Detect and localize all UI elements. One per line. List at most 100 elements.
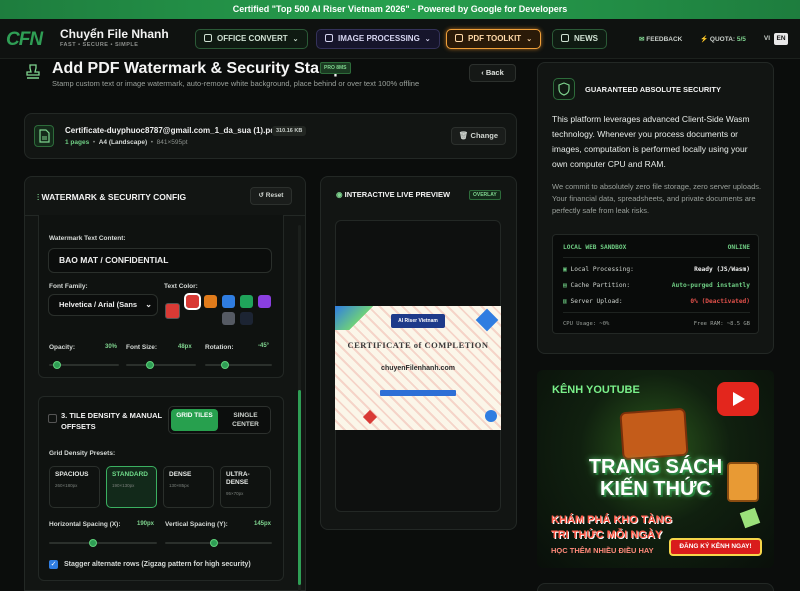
corner-decoration xyxy=(335,306,375,330)
change-file-button[interactable]: 🗑 Change xyxy=(451,127,506,145)
font-size-slider[interactable] xyxy=(126,361,196,369)
text-color-label: Text Color: xyxy=(164,283,198,290)
color-swatch[interactable] xyxy=(240,312,253,325)
nav-office-convert[interactable]: OFFICE CONVERT ⌄ xyxy=(195,29,308,49)
lang-vi[interactable]: VI xyxy=(760,33,774,45)
chevron-down-icon: ⌄ xyxy=(292,36,299,43)
current-color-preview[interactable] xyxy=(165,303,180,319)
preset-standard[interactable]: STANDARD 190×130px xyxy=(106,466,157,508)
quota-value: 5/5 xyxy=(736,36,746,43)
brand-logo[interactable]: CFN xyxy=(6,29,43,51)
pro-badge: PRO 8MS xyxy=(320,62,351,74)
preset-name: DENSE xyxy=(169,471,192,478)
rotation-slider[interactable] xyxy=(205,361,272,369)
quota-label: QUOTA: xyxy=(709,36,736,43)
cpu-usage: CPU Usage: ~0% xyxy=(563,321,610,327)
youtube-icon xyxy=(717,382,759,416)
text-content-label: Watermark Text Content: xyxy=(49,235,126,242)
font-size-slider-thumb[interactable] xyxy=(146,361,154,369)
color-swatch[interactable] xyxy=(222,312,235,325)
font-family-label: Font Family: xyxy=(49,283,88,290)
horizontal-spacing-slider[interactable] xyxy=(49,539,157,547)
color-swatch[interactable] xyxy=(222,295,235,308)
file-size-badge: 310.16 KB xyxy=(272,126,307,136)
preset-dense[interactable]: DENSE 130×85px xyxy=(163,466,214,508)
sandbox-terminal: LOCAL WEB SANDBOX ONLINE ▣ Local Processi… xyxy=(552,234,759,334)
nav-image-processing-label: IMAGE PROCESSING xyxy=(338,34,420,43)
cpu-icon: ▣ xyxy=(563,266,567,273)
change-label: Change xyxy=(470,131,499,140)
next-sidebar-card xyxy=(537,583,774,591)
scrollbar-thumb[interactable] xyxy=(298,390,301,585)
color-swatch[interactable] xyxy=(204,295,217,308)
cert-org-logo: AI Riser Vietnam xyxy=(391,314,445,328)
preset-name: ULTRA-DENSE xyxy=(226,471,250,486)
eye-icon: ◉ xyxy=(336,190,343,199)
stagger-checkbox[interactable]: ✓ xyxy=(49,560,58,569)
preset-spacious[interactable]: SPACIOUS 260×180px xyxy=(49,466,100,508)
preset-desc: 130×85px xyxy=(169,483,189,488)
tile-mode-toggle[interactable]: GRID TILES SINGLE CENTER xyxy=(168,406,271,434)
books-illustration xyxy=(619,407,689,461)
youtube-promo-banner[interactable]: KÊNH YOUTUBE TRANG SÁCH KIẾN THỨC KHÁM P… xyxy=(537,370,774,568)
back-label: Back xyxy=(485,68,504,77)
font-family-select[interactable]: Helvetica / Arial (Sans ⌄ xyxy=(48,294,158,316)
rotation-label: Rotation: xyxy=(205,344,234,351)
presets-label: Grid Density Presets: xyxy=(49,450,116,457)
color-swatch[interactable] xyxy=(258,295,271,308)
security-paragraph-1: This platform leverages advanced Client-… xyxy=(552,114,750,169)
stamp-icon xyxy=(26,64,40,79)
brand-name[interactable]: Chuyển File Nhanh xyxy=(60,27,169,41)
nav-image-processing[interactable]: IMAGE PROCESSING ⌄ xyxy=(316,29,440,49)
language-switcher[interactable]: VI EN xyxy=(760,33,790,45)
cert-highlight-bar xyxy=(380,390,456,396)
reset-icon: ↺ xyxy=(258,192,264,199)
sandbox-row-upload: ▥ Server Upload: 0% (Deactivated) xyxy=(563,298,750,305)
file-meta: 1 pages • A4 (Landscape) • 841×595pt xyxy=(65,139,188,146)
yt-sub-3: HỌC THÊM NHIỀU ĐIỀU HAY xyxy=(551,546,654,555)
preset-ultra-dense[interactable]: ULTRA-DENSE 95×70px xyxy=(220,466,271,508)
nav-office-convert-label: OFFICE CONVERT xyxy=(217,34,288,43)
row-value: 0% (Deactivated) xyxy=(690,298,750,305)
lightning-icon: ⚡ xyxy=(700,36,709,43)
trash-icon: 🗑 xyxy=(458,131,469,140)
sandbox-header: LOCAL WEB SANDBOX ONLINE xyxy=(563,244,750,251)
single-center-option[interactable]: SINGLE CENTER xyxy=(222,409,269,431)
sandbox-row-cache: ▤ Cache Partition: Auto-purged instantly xyxy=(563,282,750,289)
certificate-preview: AI Riser Vietnam CERTIFICATE of COMPLETI… xyxy=(335,306,501,430)
grid-tiles-option[interactable]: GRID TILES xyxy=(171,409,218,431)
chevron-down-icon: ⌄ xyxy=(424,36,431,43)
horizontal-spacing-thumb[interactable] xyxy=(88,539,97,547)
yt-sub-2: TRI THỨC MỖI NGÀY xyxy=(551,529,663,541)
reset-button[interactable]: ↺ Reset xyxy=(250,187,292,205)
brand-tagline: FAST • SECURE • SIMPLE xyxy=(60,42,139,48)
color-swatch[interactable] xyxy=(240,295,253,308)
config-scrollbar[interactable] xyxy=(298,225,301,591)
lang-en[interactable]: EN xyxy=(774,33,788,45)
preview-title-text: INTERACTIVE LIVE PREVIEW xyxy=(344,190,451,199)
preset-desc: 95×70px xyxy=(226,491,244,496)
row-value: Auto-purged instantly xyxy=(671,282,750,289)
page-subtitle: Stamp custom text or image watermark, au… xyxy=(52,79,420,88)
opacity-slider[interactable] xyxy=(49,361,119,369)
nav-pdf-toolkit[interactable]: PDF TOOLKIT ⌄ xyxy=(446,29,542,49)
feedback-button[interactable]: ✉ FEEDBACK xyxy=(639,35,682,43)
chat-icon: ✉ xyxy=(639,36,645,43)
nav-news[interactable]: NEWS xyxy=(552,29,607,49)
color-swatch[interactable] xyxy=(184,293,201,310)
preview-title: ◉ INTERACTIVE LIVE PREVIEW xyxy=(336,190,450,199)
vertical-spacing-slider[interactable] xyxy=(165,539,272,547)
sandbox-row-processing: ▣ Local Processing: Ready (JS/Wasm) xyxy=(563,266,750,273)
preset-desc: 260×180px xyxy=(55,483,78,488)
sandbox-label: LOCAL WEB SANDBOX xyxy=(563,244,627,251)
cert-heading: CERTIFICATE of COMPLETION xyxy=(347,340,489,350)
font-size-label: Font Size: xyxy=(126,344,158,351)
watermark-text-input[interactable]: BAO MAT / CONFIDENTIAL xyxy=(48,248,272,273)
preset-name: SPACIOUS xyxy=(55,471,89,478)
sliders-icon: ⫶ xyxy=(37,192,40,202)
chevron-down-icon: ⌄ xyxy=(145,300,152,309)
back-button[interactable]: ‹ Back xyxy=(469,64,516,82)
subscribe-button[interactable]: ĐĂNG KÝ KÊNH NGAY! xyxy=(669,538,762,556)
image-icon xyxy=(325,34,333,42)
book-mascot xyxy=(727,462,759,502)
